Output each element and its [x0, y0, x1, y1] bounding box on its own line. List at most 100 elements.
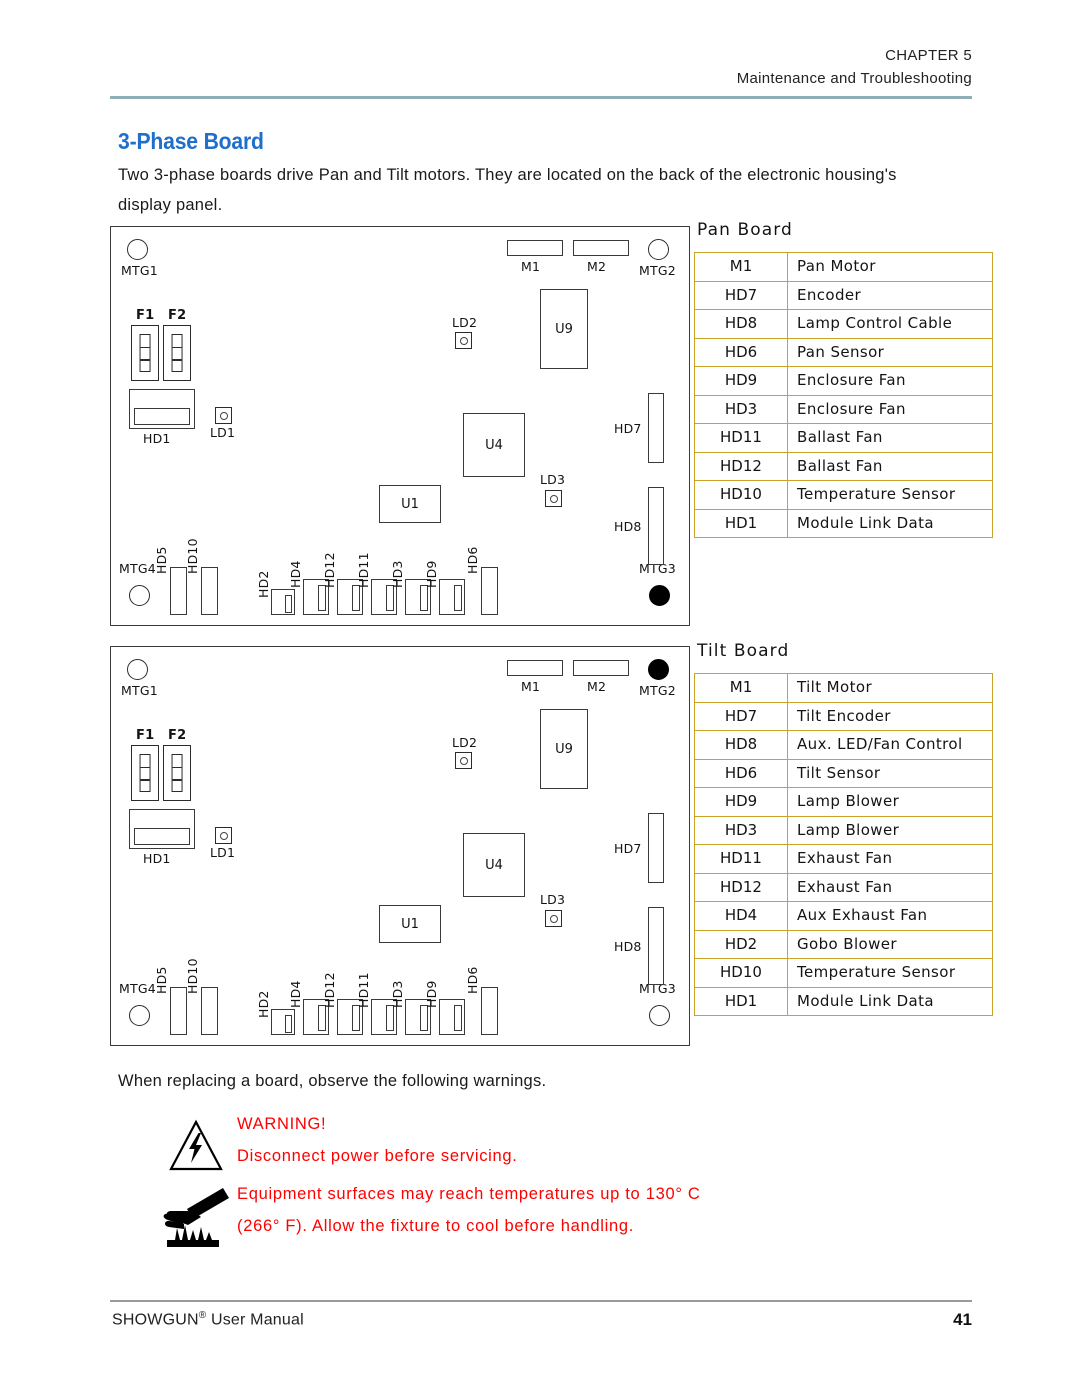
label-hd4: HD4 [288, 980, 303, 1008]
label-hd4: HD4 [288, 560, 303, 588]
pin-reference: HD6 [694, 337, 788, 367]
label-hd3: HD3 [390, 560, 405, 588]
label-f1: F1 [136, 308, 155, 323]
label-hd2: HD2 [256, 570, 271, 598]
pin-reference: HD12 [694, 451, 788, 481]
label-mtg4: MTG4 [119, 561, 156, 576]
label-hd6: HD6 [465, 966, 480, 994]
hot-surface-warning-text: Equipment surfaces may reach temperature… [237, 1178, 957, 1242]
pin-description: Encoder [787, 280, 993, 310]
running-header: CHAPTER 5 Maintenance and Troubleshootin… [110, 44, 972, 91]
table-row: HD10 Temperature Sensor [694, 958, 993, 988]
label-hd7: HD7 [614, 841, 642, 856]
pin-reference: HD11 [694, 423, 788, 453]
mounting-hole-mtg2-icon [648, 659, 669, 680]
pin-reference: HD7 [694, 701, 788, 731]
connector-m1-icon [507, 240, 563, 256]
pin-description: Module Link Data [787, 508, 993, 538]
pin-description: Enclosure Fan [787, 394, 993, 424]
label-hd11: HD11 [356, 972, 371, 1008]
led-ld3-icon [545, 490, 562, 507]
pin-description: Temperature Sensor [787, 958, 993, 988]
table-row: HD8 Aux. LED/Fan Control [694, 730, 993, 760]
table-row: M1 Tilt Motor [694, 673, 993, 703]
pin-description: Tilt Encoder [787, 701, 993, 731]
label-hd2: HD2 [256, 990, 271, 1018]
pin-description: Gobo Blower [787, 929, 993, 959]
mounting-hole-mtg3-icon [649, 585, 670, 606]
label-hd5: HD5 [154, 966, 169, 994]
led-ld1-icon [215, 407, 232, 424]
connector-hd6-icon [481, 987, 498, 1035]
connector-hd9-icon [439, 999, 465, 1035]
connector-hd10-icon [201, 567, 218, 615]
pan-board-diagram: MTG1 MTG2 MTG3 MTG4 F1 F2 HD1 LD1 M1 M2 … [110, 226, 690, 626]
pin-reference: HD10 [694, 958, 788, 988]
label-hd8: HD8 [614, 939, 642, 954]
pin-reference: HD11 [694, 844, 788, 874]
mounting-hole-mtg4-icon [129, 1005, 150, 1026]
electrical-hazard-icon [169, 1119, 223, 1171]
pin-description: Module Link Data [787, 986, 993, 1016]
label-hd11: HD11 [356, 552, 371, 588]
pin-description: Tilt Motor [787, 673, 993, 703]
mounting-hole-mtg2-icon [648, 239, 669, 260]
connector-m1-icon [507, 660, 563, 676]
table-row: HD9 Enclosure Fan [694, 366, 993, 396]
pin-reference: M1 [694, 252, 788, 282]
header-chapter: CHAPTER 5 [885, 47, 972, 64]
pin-description: Enclosure Fan [787, 366, 993, 396]
label-ld2: LD2 [452, 315, 478, 330]
led-ld2-icon [455, 332, 472, 349]
label-hd8: HD8 [614, 519, 642, 534]
label-hd1: HD1 [143, 851, 171, 866]
table-row: HD6 Tilt Sensor [694, 758, 993, 788]
table-row: HD2 Gobo Blower [694, 929, 993, 959]
label-hd5: HD5 [154, 546, 169, 574]
connector-hd8-icon [648, 907, 664, 985]
pin-description: Tilt Sensor [787, 758, 993, 788]
header-divider [110, 96, 972, 99]
hot-surface-icon [163, 1188, 229, 1247]
table-row: HD7 Encoder [694, 280, 993, 310]
pan-board-table-title: Pan Board [697, 220, 793, 240]
label-hd1: HD1 [143, 431, 171, 446]
table-row: HD3 Enclosure Fan [694, 394, 993, 424]
pin-description: Lamp Blower [787, 787, 993, 817]
label-mtg1: MTG1 [121, 683, 158, 698]
label-hd10: HD10 [185, 538, 200, 574]
connector-hd2-icon [271, 1009, 295, 1035]
label-ld3: LD3 [540, 472, 566, 487]
connector-m2-icon [573, 660, 629, 676]
pin-reference: HD1 [694, 986, 788, 1016]
label-hd10: HD10 [185, 958, 200, 994]
table-row: HD7 Tilt Encoder [694, 701, 993, 731]
page-number: 41 [953, 1310, 972, 1329]
label-hd12: HD12 [322, 972, 337, 1008]
pin-reference: HD8 [694, 309, 788, 339]
fuse-f1-icon [131, 325, 159, 381]
pin-reference: HD2 [694, 929, 788, 959]
pin-reference: HD9 [694, 787, 788, 817]
table-row: HD1 Module Link Data [694, 508, 993, 538]
chip-u1: U1 [379, 485, 441, 523]
pin-description: Aux Exhaust Fan [787, 901, 993, 931]
replace-board-note: When replacing a board, observe the foll… [118, 1072, 547, 1090]
label-ld1: LD1 [210, 845, 236, 860]
pin-reference: HD3 [694, 815, 788, 845]
connector-hd6-icon [481, 567, 498, 615]
label-m2: M2 [587, 679, 607, 694]
label-ld3: LD3 [540, 892, 566, 907]
mounting-hole-mtg4-icon [129, 585, 150, 606]
pin-description: Aux. LED/Fan Control [787, 730, 993, 760]
label-hd7: HD7 [614, 421, 642, 436]
header-subtitle: Maintenance and Troubleshooting [736, 70, 972, 88]
heat-warning-line2: (266° F). Allow the fixture to cool befo… [237, 1217, 635, 1236]
connector-hd9-icon [439, 579, 465, 615]
label-f1: F1 [136, 728, 155, 743]
led-ld1-icon [215, 827, 232, 844]
pin-description: Exhaust Fan [787, 872, 993, 902]
label-ld2: LD2 [452, 735, 478, 750]
pin-description: Exhaust Fan [787, 844, 993, 874]
chip-u4: U4 [463, 413, 525, 477]
